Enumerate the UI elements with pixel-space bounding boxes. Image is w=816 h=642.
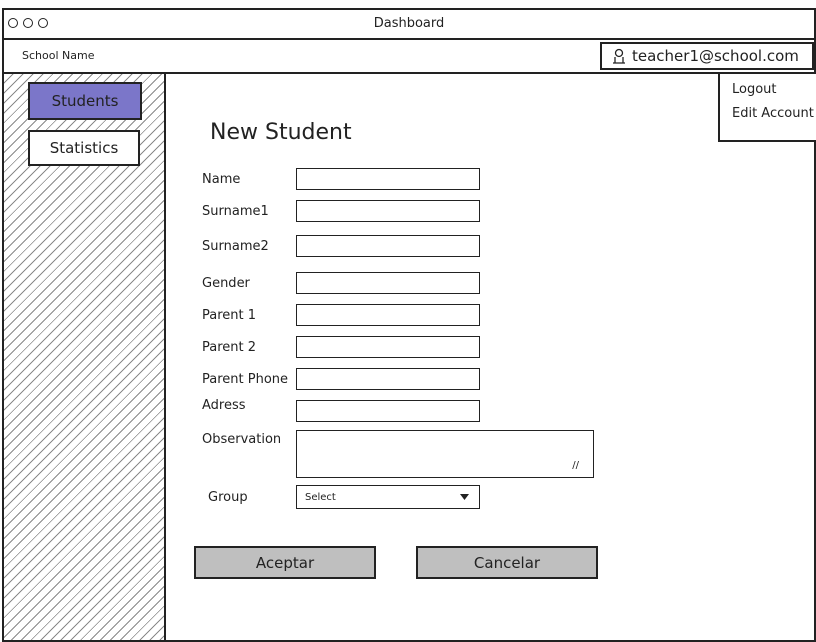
logout-menu-item[interactable]: Logout [732,82,777,97]
gender-field[interactable] [296,272,480,294]
user-menu-button[interactable]: teacher1@school.com [600,42,814,70]
surname2-label: Surname2 [202,239,269,254]
parent1-field[interactable] [296,304,480,326]
address-field[interactable] [296,400,480,422]
user-dropdown-menu: Logout Edit Account [718,74,816,142]
edit-account-menu-item[interactable]: Edit Account [732,106,814,121]
surname1-label: Surname1 [202,204,269,219]
gender-label: Gender [202,276,250,291]
chevron-down-icon [460,494,469,500]
resize-grip-icon[interactable]: // [572,460,579,471]
surname1-field[interactable] [296,200,480,222]
app-window: Dashboard School Name teacher1@school.co… [2,8,816,642]
sidebar: Students Statistics [4,74,166,640]
page-title: New Student [210,120,352,145]
observation-label: Observation [202,432,282,447]
sidebar-item-students[interactable]: Students [28,82,142,120]
parent2-label: Parent 2 [202,340,257,355]
name-label: Name [202,172,241,187]
parent1-label: Parent 1 [202,308,257,323]
surname2-field[interactable] [296,235,480,257]
school-name: School Name [22,49,95,62]
address-label: Adress [202,398,246,413]
accept-button[interactable]: Aceptar [194,546,376,579]
title-bar: Dashboard [4,10,814,40]
user-email: teacher1@school.com [632,47,799,65]
group-select[interactable]: Select [296,485,480,509]
name-field[interactable] [296,168,480,190]
header-bar: School Name teacher1@school.com [4,40,814,74]
window-title: Dashboard [373,16,445,31]
sidebar-item-statistics[interactable]: Statistics [28,130,140,166]
parent-phone-label: Parent Phone [202,372,289,387]
user-icon [613,48,625,64]
observation-textarea[interactable]: // [296,430,594,478]
group-select-value: Select [305,491,336,503]
parent-phone-field[interactable] [296,368,480,390]
group-label: Group [208,490,248,505]
parent2-field[interactable] [296,336,480,358]
cancel-button[interactable]: Cancelar [416,546,598,579]
